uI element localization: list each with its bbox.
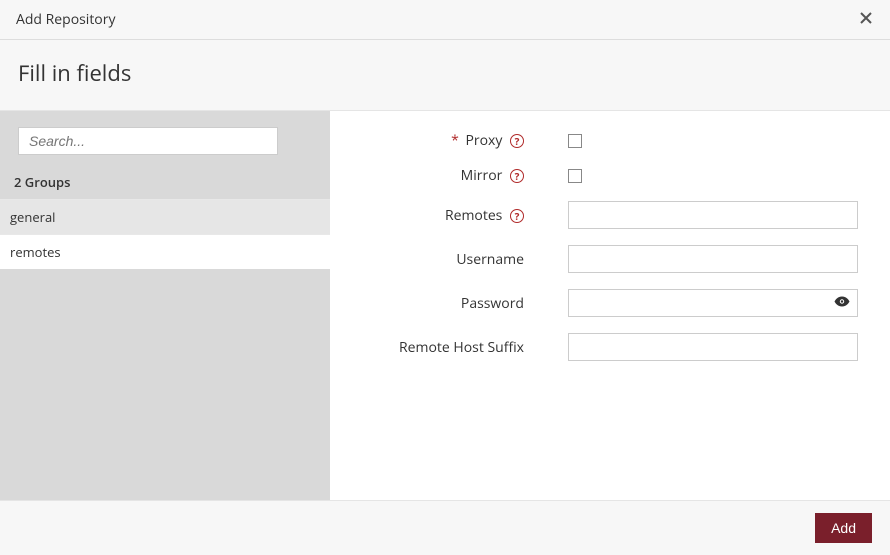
search-input[interactable] — [18, 127, 278, 155]
search-wrap — [0, 111, 330, 165]
form-row-username: Username — [330, 245, 862, 273]
remotes-label: Remotes — [445, 206, 502, 225]
sidebar-item-remotes[interactable]: remotes — [0, 234, 330, 269]
sidebar-item-label: remotes — [10, 243, 61, 261]
dialog-title: Add Repository — [16, 10, 115, 29]
password-input[interactable] — [568, 289, 858, 317]
proxy-checkbox[interactable] — [568, 134, 582, 148]
sidebar-item-general[interactable]: general — [0, 199, 330, 234]
remote-host-suffix-label-wrap: Remote Host Suffix — [330, 338, 530, 357]
mirror-label: Mirror — [461, 166, 503, 185]
dialog-footer: Add — [0, 500, 890, 555]
help-icon[interactable]: ? — [510, 134, 524, 148]
form-row-mirror: Mirror ? — [330, 166, 862, 185]
dialog-body: 2 Groups general remotes * Proxy ? Mirro… — [0, 110, 890, 500]
remote-host-suffix-label: Remote Host Suffix — [399, 338, 524, 357]
username-label-wrap: Username — [330, 250, 530, 269]
password-label: Password — [461, 294, 524, 313]
proxy-label: Proxy — [465, 131, 502, 150]
form-row-proxy: * Proxy ? — [330, 131, 862, 150]
password-input-wrap — [568, 289, 858, 317]
subheader: Fill in fields — [0, 40, 890, 110]
groups-count-label: 2 Groups — [0, 165, 330, 199]
help-icon[interactable]: ? — [510, 209, 524, 223]
username-input[interactable] — [568, 245, 858, 273]
mirror-checkbox[interactable] — [568, 169, 582, 183]
remotes-label-wrap: Remotes ? — [330, 206, 530, 225]
form-row-password: Password — [330, 289, 862, 317]
dialog-header: Add Repository — [0, 0, 890, 40]
sidebar: 2 Groups general remotes — [0, 111, 330, 500]
mirror-label-wrap: Mirror ? — [330, 166, 530, 185]
remote-host-suffix-input-wrap — [568, 333, 858, 361]
proxy-label-wrap: * Proxy ? — [330, 131, 530, 150]
form-row-remotes: Remotes ? — [330, 201, 862, 229]
username-input-wrap — [568, 245, 858, 273]
add-button[interactable]: Add — [815, 513, 872, 543]
page-title: Fill in fields — [18, 58, 872, 88]
remotes-input[interactable] — [568, 201, 858, 229]
required-mark: * — [451, 131, 459, 150]
remote-host-suffix-input[interactable] — [568, 333, 858, 361]
form-panel: * Proxy ? Mirror ? Remotes ? Use — [330, 111, 890, 500]
form-row-remote-host-suffix: Remote Host Suffix — [330, 333, 862, 361]
sidebar-item-label: general — [10, 208, 55, 226]
remotes-input-wrap — [568, 201, 858, 229]
password-label-wrap: Password — [330, 294, 530, 313]
username-label: Username — [456, 250, 524, 269]
close-icon[interactable] — [858, 10, 874, 29]
help-icon[interactable]: ? — [510, 169, 524, 183]
eye-icon[interactable] — [834, 294, 850, 313]
